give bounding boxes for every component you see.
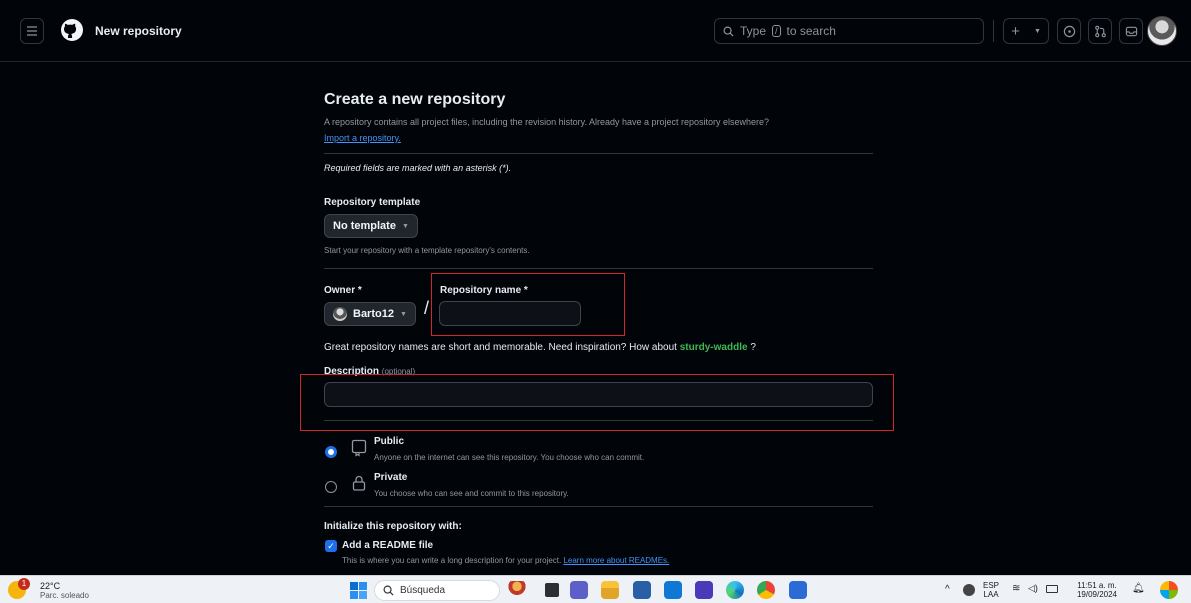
highlight-box-repo-name [431, 273, 625, 336]
header-title[interactable]: New repository [95, 24, 182, 38]
plus-icon: + [1011, 22, 1020, 40]
divider [324, 420, 873, 421]
weather-widget[interactable]: 1 22°C Parc. soleado [6, 578, 136, 602]
inspiration-text: Great repository names are short and mem… [324, 342, 677, 353]
menu-button[interactable] [20, 18, 44, 44]
template-value: No template [333, 220, 396, 232]
lock-icon [352, 475, 366, 491]
name-suggestion-text: Great repository names are short and mem… [324, 342, 756, 353]
private-title: Private [374, 472, 408, 483]
notification-bell-icon[interactable]: 🔔︎ [1132, 584, 1145, 594]
weather-temp: 22°C [40, 581, 61, 591]
search-icon [383, 585, 394, 596]
pull-requests-button[interactable] [1088, 18, 1112, 44]
weather-condition: Parc. soleado [40, 591, 89, 600]
file-explorer-icon[interactable] [601, 581, 619, 599]
public-title: Public [374, 436, 405, 447]
inspiration-end: ? [750, 342, 756, 353]
template-label: Repository template [324, 197, 421, 208]
app-window: New repository Type / to search + ▼ Create… [0, 0, 1191, 603]
wifi-icon[interactable]: ≋ [1012, 584, 1020, 594]
clock[interactable]: 11:51 a. m. 19/09/2024 [1068, 581, 1126, 599]
header-divider [993, 20, 994, 42]
edge-icon[interactable] [726, 581, 744, 599]
volume-icon[interactable]: ◁) [1028, 584, 1038, 593]
teams-icon[interactable] [570, 581, 588, 599]
chevron-down-icon: ▼ [401, 222, 409, 230]
search-prefix: Type [740, 24, 767, 38]
chevron-up-icon[interactable]: ^ [945, 585, 950, 595]
create-new-button[interactable]: + ▼ [1003, 18, 1049, 44]
public-radio[interactable] [325, 446, 337, 458]
readme-desc-text: This is where you can write a long descr… [342, 556, 562, 565]
inbox-button[interactable] [1119, 18, 1143, 44]
required-fields-note: Required fields are marked with an aster… [324, 163, 512, 173]
page-title: Create a new repository [324, 91, 506, 108]
page-lead-text: A repository contains all project files,… [324, 117, 770, 127]
store-icon[interactable] [633, 581, 651, 599]
taskbar-search[interactable]: Búsqueda [374, 580, 500, 601]
search-input[interactable]: Type / to search [714, 18, 984, 44]
divider [324, 506, 873, 507]
private-description: You choose who can see and commit to thi… [374, 489, 569, 498]
taskbar-search-placeholder: Búsqueda [400, 585, 446, 596]
readme-description: This is where you can write a long descr… [342, 556, 669, 565]
divider [324, 268, 873, 269]
owner-avatar [333, 307, 347, 321]
chrome-icon[interactable] [757, 581, 775, 599]
language-top: ESP [982, 581, 999, 590]
photo-editor-icon[interactable] [695, 581, 713, 599]
readme-checkbox[interactable]: ✓ [325, 540, 337, 552]
readme-label: Add a README file [342, 540, 434, 551]
clock-date: 19/09/2024 [1076, 590, 1118, 599]
outlook-icon[interactable] [664, 581, 682, 599]
chevron-down-icon: ▼ [1033, 27, 1041, 35]
word-icon[interactable] [789, 581, 807, 599]
user-avatar[interactable] [1147, 16, 1177, 46]
owner-name-separator: / [424, 298, 430, 318]
chevron-down-icon: ▼ [399, 310, 407, 318]
template-hint: Start your repository with a template re… [324, 246, 530, 255]
private-radio[interactable] [325, 481, 337, 493]
weather-badge: 1 [18, 578, 30, 590]
github-logo-icon[interactable] [60, 18, 84, 42]
repo-icon [351, 439, 367, 457]
highlight-box-description [300, 374, 894, 431]
divider [324, 153, 873, 154]
global-header: New repository Type / to search + ▼ [0, 0, 1191, 62]
search-shortcut-key: / [772, 25, 781, 37]
inbox-icon [1125, 26, 1137, 36]
taskbar: 1 22°C Parc. soleado Búsqueda ^ ESP LAA … [0, 575, 1191, 603]
tray-app-icon[interactable] [963, 584, 975, 596]
import-repository-link[interactable]: Import a repository. [324, 133, 401, 143]
windows-start-icon[interactable] [350, 582, 367, 599]
clock-time: 11:51 a. m. [1077, 581, 1117, 590]
suggested-name-link[interactable]: sturdy-waddle [680, 342, 748, 353]
pull-request-icon [1094, 25, 1106, 37]
search-icon [723, 26, 734, 37]
owner-label: Owner * [324, 285, 362, 296]
owner-value: Barto12 [353, 308, 394, 320]
avatar-app-icon[interactable] [508, 581, 526, 599]
initialize-heading: Initialize this repository with: [324, 521, 462, 532]
learn-readme-link[interactable]: Learn more about READMEs. [563, 556, 669, 565]
battery-icon[interactable] [1046, 585, 1058, 593]
issues-button[interactable] [1057, 18, 1081, 44]
search-suffix: to search [786, 24, 836, 38]
language-bottom: LAA [983, 590, 999, 599]
public-description: Anyone on the internet can see this repo… [374, 453, 645, 462]
copilot-icon[interactable] [1160, 581, 1178, 599]
task-view-icon[interactable] [545, 583, 559, 597]
hamburger-icon [27, 26, 37, 36]
language-indicator[interactable]: ESP LAA [979, 581, 1003, 599]
owner-dropdown[interactable]: Barto12 ▼ [324, 302, 416, 326]
issue-icon [1063, 25, 1075, 37]
template-dropdown[interactable]: No template ▼ [324, 214, 418, 238]
